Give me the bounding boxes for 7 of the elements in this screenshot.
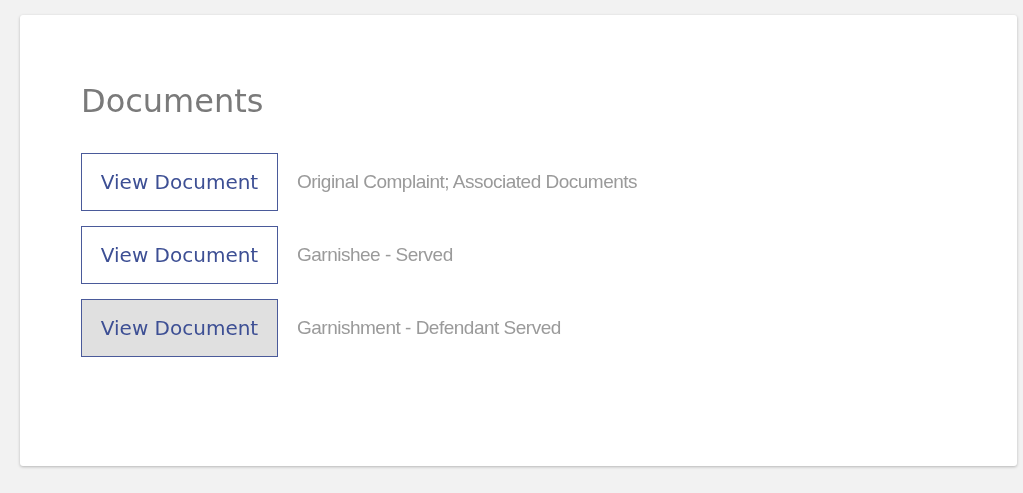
view-document-button[interactable]: View Document xyxy=(81,153,278,211)
view-document-button[interactable]: View Document xyxy=(81,299,278,357)
document-description: Garnishment - Defendant Served xyxy=(297,315,561,340)
section-title: Documents xyxy=(81,81,264,121)
document-description: Original Complaint; Associated Documents xyxy=(297,169,638,194)
document-description: Garnishee - Served xyxy=(297,242,453,267)
view-document-button[interactable]: View Document xyxy=(81,226,278,284)
